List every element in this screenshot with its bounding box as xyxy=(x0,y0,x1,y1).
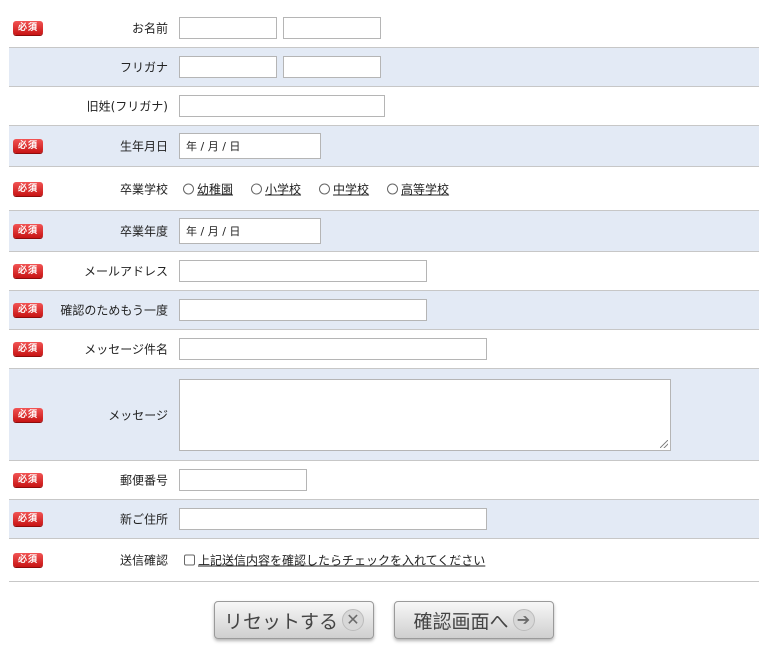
first-name-input[interactable] xyxy=(283,16,381,39)
contact-form: 必須 お名前 フリガナ 旧姓(フリガナ) 必須 生年月日 年 / 月 / 日 必… xyxy=(9,8,759,582)
arrow-right-circle-icon: ➔ xyxy=(512,609,535,631)
maiden-name-label: 旧姓(フリガナ) xyxy=(86,99,168,114)
required-badge: 必須 xyxy=(13,342,43,356)
required-badge: 必須 xyxy=(13,303,43,317)
message-label: メッセージ xyxy=(108,408,168,422)
email-label: メールアドレス xyxy=(83,264,168,279)
resize-grip-icon[interactable] xyxy=(660,439,668,448)
row-grad-year: 必須 卒業年度 年 / 月 / 日 xyxy=(9,211,759,252)
row-furigana: フリガナ xyxy=(9,48,759,87)
required-badge: 必須 xyxy=(13,181,43,196)
row-email: 必須 メールアドレス xyxy=(9,252,759,291)
row-birthdate: 必須 生年月日 年 / 月 / 日 xyxy=(9,126,759,167)
required-badge: 必須 xyxy=(13,512,43,526)
required-badge: 必須 xyxy=(13,553,43,567)
first-name-kana-input[interactable] xyxy=(283,56,381,78)
grad-year-input[interactable]: 年 / 月 / 日 xyxy=(179,218,321,244)
subject-label: メッセージ件名 xyxy=(84,342,168,357)
last-name-input[interactable] xyxy=(179,16,277,39)
radio-junior-high[interactable]: 中学校 xyxy=(319,180,369,197)
radio-kindergarten[interactable]: 幼稚園 xyxy=(183,180,233,197)
radio-button[interactable] xyxy=(251,183,263,194)
required-badge: 必須 xyxy=(13,139,43,153)
email-confirm-label: 確認のためもう一度 xyxy=(60,303,168,318)
message-textarea[interactable] xyxy=(179,378,671,451)
row-name: 必須 お名前 xyxy=(9,8,759,48)
confirm-label: 送信確認 xyxy=(119,553,168,568)
birthdate-label: 生年月日 xyxy=(119,139,168,154)
confirm-button[interactable]: 確認画面へ ➔ xyxy=(394,601,554,639)
required-badge: 必須 xyxy=(13,224,43,238)
row-message: 必須 メッセージ xyxy=(9,369,759,461)
subject-input[interactable] xyxy=(179,338,487,360)
row-postal: 必須 郵便番号 xyxy=(9,461,759,500)
required-badge: 必須 xyxy=(13,407,43,422)
required-badge: 必須 xyxy=(13,264,43,278)
birthdate-input[interactable]: 年 / 月 / 日 xyxy=(179,133,321,159)
school-radio-group: 幼稚園 小学校 中学校 高等学校 xyxy=(183,180,467,197)
radio-elementary[interactable]: 小学校 xyxy=(251,180,301,197)
radio-button[interactable] xyxy=(387,183,399,194)
email-input[interactable] xyxy=(179,260,427,282)
row-address: 必須 新ご住所 xyxy=(9,500,759,539)
grad-year-label: 卒業年度 xyxy=(119,224,168,239)
name-label: お名前 xyxy=(131,21,168,35)
row-email-confirm: 必須 確認のためもう一度 xyxy=(9,291,759,330)
confirm-button-label: 確認画面へ xyxy=(413,610,509,633)
row-confirm: 必須 送信確認 上記送信内容を確認したらチェックを入れてください xyxy=(9,539,759,582)
maiden-name-input[interactable] xyxy=(179,95,385,117)
reset-button[interactable]: リセットする ✕ xyxy=(214,601,374,639)
postal-label: 郵便番号 xyxy=(119,473,168,488)
row-maiden-name: 旧姓(フリガナ) xyxy=(9,87,759,126)
postal-code-input[interactable] xyxy=(179,469,307,491)
row-school: 必須 卒業学校 幼稚園 小学校 中学校 高等学校 xyxy=(9,167,759,211)
email-confirm-input[interactable] xyxy=(179,299,427,321)
school-label: 卒業学校 xyxy=(119,182,168,196)
address-label: 新ご住所 xyxy=(119,512,168,527)
required-badge: 必須 xyxy=(13,473,43,487)
reset-button-label: リセットする xyxy=(223,610,338,633)
radio-button[interactable] xyxy=(319,183,331,194)
close-circle-icon: ✕ xyxy=(342,609,364,631)
address-input[interactable] xyxy=(179,508,487,530)
required-badge: 必須 xyxy=(13,20,43,35)
radio-button[interactable] xyxy=(183,183,194,194)
radio-high-school[interactable]: 高等学校 xyxy=(387,180,449,197)
furigana-label: フリガナ xyxy=(119,60,168,75)
last-name-kana-input[interactable] xyxy=(179,56,277,78)
confirm-checkbox[interactable] xyxy=(184,554,195,566)
confirm-checkbox-label[interactable]: 上記送信内容を確認したらチェックを入れてください xyxy=(198,552,485,569)
row-subject: 必須 メッセージ件名 xyxy=(9,330,759,369)
